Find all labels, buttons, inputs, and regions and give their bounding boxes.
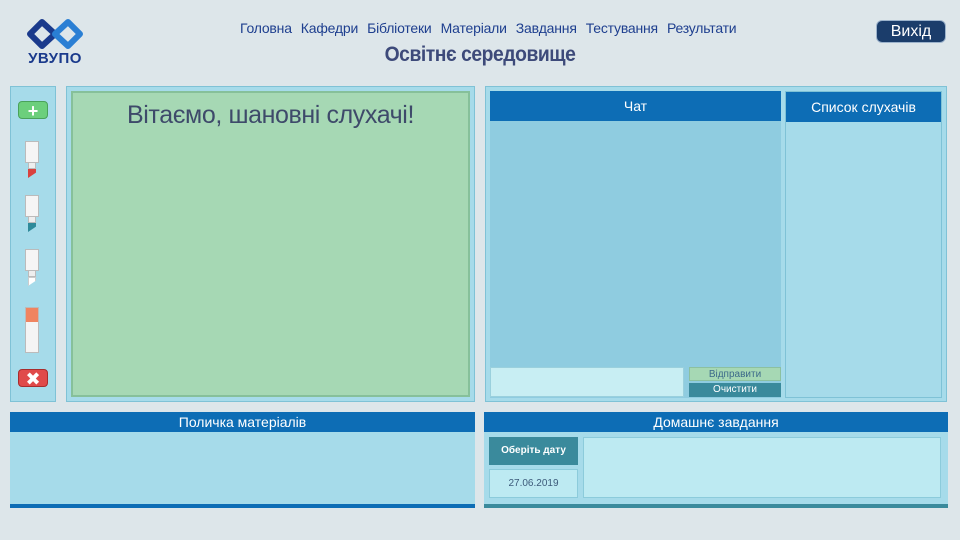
eraser-icon[interactable] bbox=[25, 307, 39, 353]
chat-message-input[interactable] bbox=[490, 367, 684, 397]
nav-item-testing[interactable]: Тестування bbox=[586, 20, 658, 36]
nav-item-results[interactable]: Результати bbox=[667, 20, 737, 36]
homework-title: Домашнє завдання bbox=[484, 412, 948, 432]
communication-panel: Чат Відправити Очистити Список слухачів bbox=[485, 86, 947, 402]
listeners-panel: Список слухачів bbox=[785, 91, 942, 398]
delete-icon[interactable]: ✖ bbox=[18, 369, 48, 388]
nav-item-departments[interactable]: Кафедри bbox=[301, 20, 359, 36]
page-title: Освітнє середовище bbox=[384, 43, 576, 66]
whiteboard-canvas[interactable]: Вітаємо, шановні слухачі! bbox=[71, 91, 470, 397]
chat-title: Чат bbox=[490, 91, 781, 121]
drawing-tools-panel: + ✖ bbox=[10, 86, 56, 402]
homework-text-area[interactable] bbox=[583, 437, 941, 498]
send-button[interactable]: Відправити bbox=[689, 367, 781, 381]
add-icon[interactable]: + bbox=[18, 101, 48, 120]
listeners-title: Список слухачів bbox=[786, 92, 941, 122]
nav-item-home[interactable]: Головна bbox=[240, 20, 292, 36]
homework-panel: Домашнє завдання Оберіть дату 27.06.2019 bbox=[484, 412, 948, 508]
choose-date-button[interactable]: Оберіть дату bbox=[489, 437, 578, 465]
nav-item-libraries[interactable]: Бібліотеки bbox=[367, 20, 432, 36]
nav-item-tasks[interactable]: Завдання bbox=[516, 20, 577, 36]
white-marker-icon[interactable] bbox=[25, 249, 39, 286]
exit-button[interactable]: Вихід bbox=[876, 20, 946, 43]
chat-panel: Чат Відправити Очистити bbox=[490, 91, 781, 398]
materials-shelf: Поличка матеріалів bbox=[10, 412, 475, 508]
red-marker-icon[interactable] bbox=[25, 141, 39, 178]
whiteboard-panel: Вітаємо, шановні слухачі! bbox=[66, 86, 475, 402]
materials-shelf-title: Поличка матеріалів bbox=[10, 412, 475, 432]
nav-item-materials[interactable]: Матеріали bbox=[441, 20, 507, 36]
teal-marker-icon[interactable] bbox=[25, 195, 39, 232]
board-greeting: Вітаємо, шановні слухачі! bbox=[127, 101, 414, 129]
main-nav: Головна Кафедри Бібліотеки Матеріали Зав… bbox=[240, 20, 737, 36]
date-field[interactable]: 27.06.2019 bbox=[489, 469, 578, 498]
clear-button[interactable]: Очистити bbox=[689, 383, 781, 397]
